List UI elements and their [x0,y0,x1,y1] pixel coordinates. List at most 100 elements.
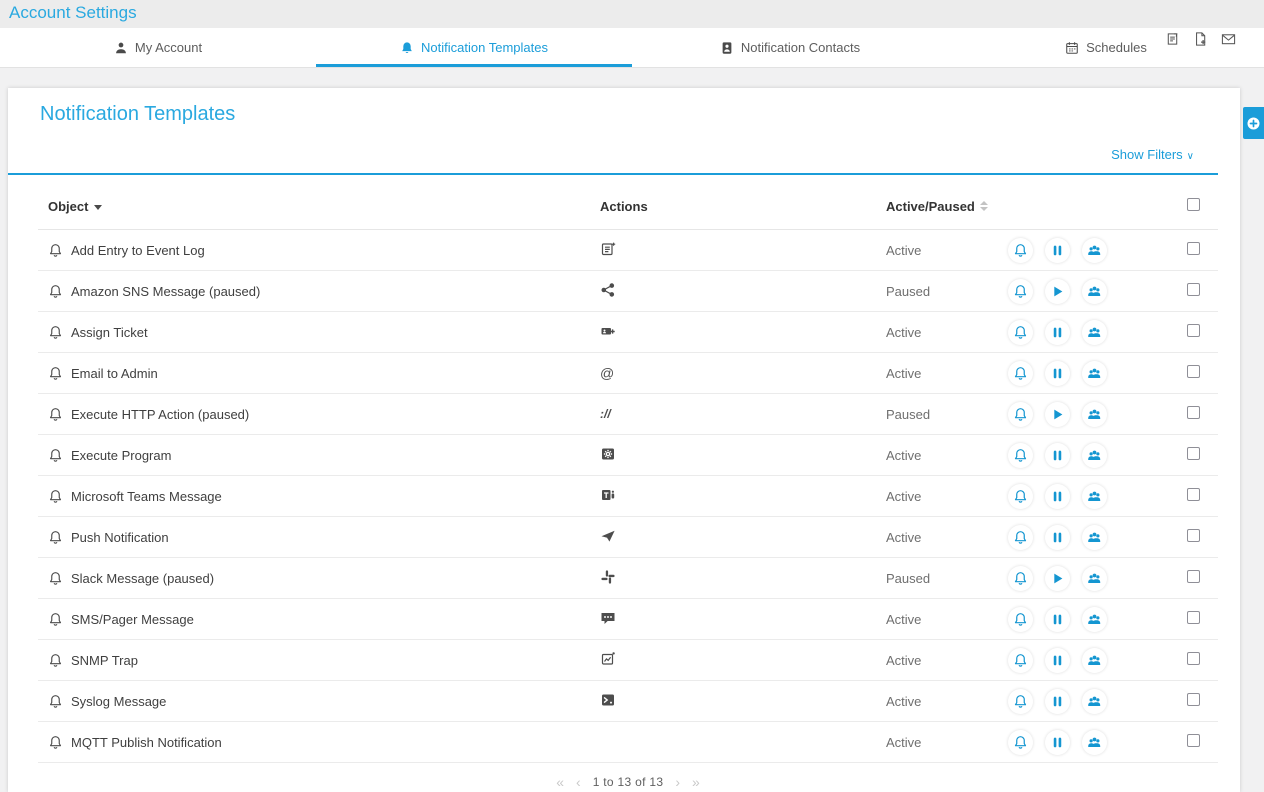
used-by-button[interactable] [1082,525,1107,550]
test-notification-button[interactable] [1008,730,1033,755]
table-row: SNMP Trap Active [38,640,1218,681]
test-notification-button[interactable] [1008,607,1033,632]
template-link[interactable]: Syslog Message [38,694,600,709]
row-checkbox[interactable] [1187,242,1200,255]
test-notification-button[interactable] [1008,648,1033,673]
row-checkbox[interactable] [1187,611,1200,624]
pause-button[interactable] [1045,648,1070,673]
row-checkbox[interactable] [1187,283,1200,296]
row-checkbox[interactable] [1187,447,1200,460]
pause-button[interactable] [1045,525,1070,550]
used-by-button[interactable] [1082,484,1107,509]
tab-my-account[interactable]: My Account [0,28,316,67]
pause-button[interactable] [1045,361,1070,386]
template-link[interactable]: Execute HTTP Action (paused) [38,407,600,422]
add-template-button[interactable] [1243,107,1264,139]
row-checkbox[interactable] [1187,365,1200,378]
sms-icon [600,610,616,626]
row-checkbox[interactable] [1187,406,1200,419]
show-filters-link[interactable]: Show Filters∨ [1111,147,1194,162]
column-header-actions[interactable]: Actions [600,199,886,214]
notes-icon[interactable] [1165,31,1180,47]
column-header-active-paused[interactable]: Active/Paused [886,199,1008,214]
test-notification-button[interactable] [1008,279,1033,304]
pause-button[interactable] [1045,238,1070,263]
next-page-button[interactable]: › [675,774,680,790]
row-label: Execute Program [71,448,171,463]
select-all-checkbox[interactable] [1187,198,1200,211]
syslog-icon [600,692,616,708]
eventlog-icon [600,241,616,257]
row-checkbox[interactable] [1187,324,1200,337]
template-link[interactable]: Amazon SNS Message (paused) [38,284,600,299]
used-by-button[interactable] [1082,320,1107,345]
test-notification-button[interactable] [1008,402,1033,427]
resume-button[interactable] [1045,279,1070,304]
used-by-button[interactable] [1082,279,1107,304]
first-page-button[interactable]: « [556,774,564,790]
file-add-icon[interactable] [1193,31,1208,47]
template-link[interactable]: Push Notification [38,530,600,545]
used-by-button[interactable] [1082,402,1107,427]
snmptrap-icon [600,651,616,667]
resume-button[interactable] [1045,402,1070,427]
template-link[interactable]: MQTT Publish Notification [38,735,600,750]
used-by-button[interactable] [1082,361,1107,386]
template-link[interactable]: SNMP Trap [38,653,600,668]
ticket-icon [600,323,616,339]
template-link[interactable]: Email to Admin [38,366,600,381]
test-notification-button[interactable] [1008,484,1033,509]
template-link[interactable]: Add Entry to Event Log [38,243,600,258]
pause-button[interactable] [1045,607,1070,632]
row-checkbox[interactable] [1187,570,1200,583]
pause-button[interactable] [1045,730,1070,755]
table-row: Execute Program Active [38,435,1218,476]
pause-button[interactable] [1045,484,1070,509]
template-link[interactable]: Assign Ticket [38,325,600,340]
test-notification-button[interactable] [1008,689,1033,714]
sort-both-icon [980,201,988,211]
resume-button[interactable] [1045,566,1070,591]
row-label: Syslog Message [71,694,166,709]
bell-outline-icon [48,407,63,422]
used-by-button[interactable] [1082,730,1107,755]
test-notification-button[interactable] [1008,566,1033,591]
bell-outline-icon [48,653,63,668]
template-link[interactable]: SMS/Pager Message [38,612,600,627]
tab-notification-contacts[interactable]: Notification Contacts [632,28,948,67]
column-header-object[interactable]: Object [38,199,600,214]
used-by-button[interactable] [1082,443,1107,468]
row-label: Slack Message (paused) [71,571,214,586]
row-checkbox[interactable] [1187,488,1200,501]
pause-button[interactable] [1045,689,1070,714]
bell-outline-icon [48,366,63,381]
used-by-button[interactable] [1082,648,1107,673]
tab-notification-templates[interactable]: Notification Templates [316,28,632,67]
prev-page-button[interactable]: ‹ [576,774,581,790]
bell-icon [400,41,414,55]
used-by-button[interactable] [1082,238,1107,263]
template-link[interactable]: Slack Message (paused) [38,571,600,586]
pause-button[interactable] [1045,443,1070,468]
test-notification-button[interactable] [1008,238,1033,263]
envelope-icon[interactable] [1221,31,1236,47]
row-checkbox[interactable] [1187,734,1200,747]
used-by-button[interactable] [1082,566,1107,591]
table-row: Syslog Message Active [38,681,1218,722]
action-type-icon [600,733,616,749]
used-by-button[interactable] [1082,607,1107,632]
test-notification-button[interactable] [1008,320,1033,345]
row-checkbox[interactable] [1187,529,1200,542]
template-link[interactable]: Execute Program [38,448,600,463]
row-checkbox[interactable] [1187,652,1200,665]
last-page-button[interactable]: » [692,774,700,790]
status-text: Paused [886,571,1008,586]
test-notification-button[interactable] [1008,361,1033,386]
sns-icon [600,282,616,298]
template-link[interactable]: Microsoft Teams Message [38,489,600,504]
pause-button[interactable] [1045,320,1070,345]
test-notification-button[interactable] [1008,525,1033,550]
used-by-button[interactable] [1082,689,1107,714]
row-checkbox[interactable] [1187,693,1200,706]
test-notification-button[interactable] [1008,443,1033,468]
